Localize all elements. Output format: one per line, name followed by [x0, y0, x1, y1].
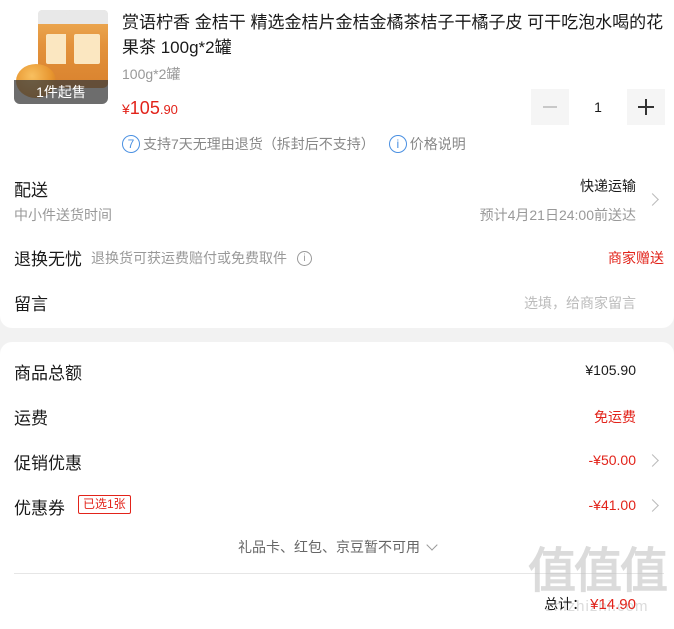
message-label: 留言: [14, 295, 48, 314]
coupon-value[interactable]: -¥41.00: [589, 497, 636, 513]
price-symbol: ¥: [122, 101, 130, 117]
chevron-right-icon[interactable]: [646, 193, 659, 206]
returns-desc: 退换货可获运费赔付或免费取件: [91, 250, 287, 266]
delivery-method[interactable]: 快递运输: [580, 176, 636, 196]
chevron-down-icon: [426, 539, 438, 551]
product-price: ¥105.90: [122, 98, 178, 119]
delivery-sub: 中小件送货时间: [14, 207, 112, 223]
return-policy-text: 支持7天无理由退货（拆封后不支持）: [143, 136, 375, 152]
min-purchase-badge: 1件起售: [14, 80, 108, 104]
delivery-eta: 预计4月21日24:00前送达: [479, 207, 636, 223]
total-label: 总计：: [544, 596, 587, 612]
quantity-stepper: 1: [531, 89, 665, 125]
product-spec: 100g*2罐: [122, 66, 181, 82]
delivery-label: 配送: [14, 181, 48, 200]
goods-total-value: ¥105.90: [585, 362, 636, 378]
coupon-label: 优惠券: [14, 499, 65, 518]
goods-total-label: 商品总额: [14, 364, 82, 383]
price-integer: 105: [129, 98, 160, 118]
jar-image: [66, 10, 108, 88]
returns-desc-wrap: 退换货可获运费赔付或免费取件 i: [91, 248, 312, 268]
returns-label: 退换无忧: [14, 250, 82, 269]
shipping-label: 运费: [14, 409, 48, 428]
shipping-value: 免运费: [594, 409, 636, 425]
info-icon: i: [388, 135, 407, 153]
gift-card-note-text: 礼品卡、红包、京豆暂不可用: [238, 539, 420, 555]
product-title[interactable]: 赏语柠香 金桔干 精选金桔片金桔金橘茶桔子干橘子皮 可干吃泡水喝的花果茶 100…: [122, 10, 667, 60]
minus-icon: [543, 106, 557, 108]
returns-seller-gift: 商家赠送: [608, 250, 664, 266]
decrease-button[interactable]: [531, 89, 569, 125]
coupon-selected-tag: 已选1张: [78, 495, 131, 514]
promo-label: 促销优惠: [14, 454, 82, 473]
total-value: ¥14.90: [590, 596, 636, 613]
info-icon[interactable]: i: [297, 250, 312, 266]
message-input[interactable]: 选填，给商家留言: [524, 293, 636, 313]
service-tags: 7 支持7天无理由退货（拆封后不支持） i 价格说明: [122, 134, 466, 154]
price-decimal: .90: [159, 102, 178, 117]
promo-value[interactable]: -¥50.00: [589, 452, 636, 468]
price-note-text: 价格说明: [409, 136, 466, 152]
seven-day-icon: 7: [122, 135, 140, 153]
quantity-input[interactable]: 1: [569, 89, 627, 125]
plus-icon: [638, 99, 654, 115]
product-thumbnail[interactable]: 1件起售: [14, 8, 108, 104]
price-note-link[interactable]: i 价格说明: [388, 134, 466, 154]
order-item-card: 1件起售 赏语柠香 金桔干 精选金桔片金桔金橘茶桔子干橘子皮 可干吃泡水喝的花果…: [0, 0, 674, 328]
watermark-big: 值值值: [527, 545, 668, 598]
order-total: 总计： ¥14.90: [544, 594, 636, 614]
increase-button[interactable]: [627, 89, 665, 125]
